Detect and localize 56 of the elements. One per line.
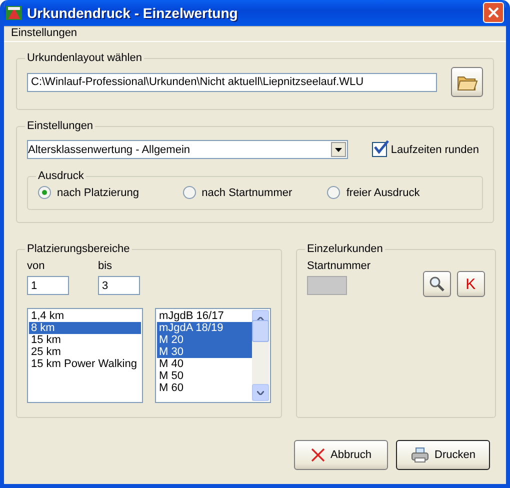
list-item[interactable]: 15 km [29,334,141,346]
list-item[interactable]: M 60 [157,382,252,394]
chevron-up-icon [257,316,264,320]
checkbox-label: Laufzeiten runden [390,144,479,156]
list-item[interactable]: 8 km [29,322,141,334]
app-icon [6,4,22,21]
group-label: Ausdruck [37,170,85,182]
chevron-down-icon [257,390,264,394]
group-label: Urkundenlayout wählen [26,52,143,64]
field-label: Startnummer [307,260,371,272]
radio-option[interactable]: freier Ausdruck [327,186,472,199]
list-item[interactable]: 1,4 km [29,310,141,322]
checkbox[interactable] [372,142,387,157]
scroll-down-button[interactable] [252,384,269,401]
field-label: von [27,260,46,272]
close-icon [488,7,499,18]
list-item[interactable]: mJgdB 16/17 [157,310,252,322]
search-icon [428,276,445,292]
list-item[interactable]: 15 km Power Walking [29,358,141,370]
radio-label: freier Ausdruck [346,186,420,198]
x-icon [310,448,324,462]
scrollbar-thumb[interactable] [252,320,269,342]
search-button[interactable] [422,271,451,297]
to-field[interactable]: 3 [98,276,140,295]
radio-label: nach Platzierung [57,186,139,198]
dropdown-arrow-icon [334,148,342,152]
radio-button[interactable] [38,186,51,199]
group-label: Einzelurkunden [306,243,384,255]
list-item[interactable]: 25 km [29,346,141,358]
list-item[interactable]: M 30 [157,346,252,358]
k-button[interactable]: K [456,271,485,297]
close-button[interactable] [483,2,504,24]
from-field[interactable]: 1 [27,276,69,295]
cancel-button[interactable]: Abbruch [294,440,388,470]
group-label: Einstellungen [26,120,94,132]
window-title: Urkundendruck - Einzelwertung [27,4,239,21]
list-item[interactable]: M 40 [157,358,252,370]
start-number-field[interactable] [307,276,347,295]
printer-icon [410,447,429,463]
radio-option[interactable]: nach Platzierung [38,186,183,199]
path-field[interactable]: C:\Winlauf-Professional\Urkunden\Nicht aktuell\Liepnitzseelauf.WLU [27,72,437,92]
radio-button[interactable] [327,186,340,199]
list-item[interactable]: M 50 [157,370,252,382]
menu-item[interactable]: Einstellungen [9,27,80,40]
class-list[interactable]: mJgdB 16/17 mJgdA 18/19 M 20 M 30 M 40 M 50 M 60 [155,308,271,403]
distance-list[interactable]: 1,4 km 8 km 15 km 25 km 15 km Power Walking [27,308,143,403]
browse-button[interactable] [451,67,483,97]
radio-button[interactable] [182,186,196,199]
radio-option[interactable]: nach Startnummer [182,186,328,199]
group-label: Platzierungsbereiche [26,243,131,255]
mode-dropdown[interactable]: Altersklassenwertung - Allgemein [27,140,348,159]
field-label: bis [98,260,114,272]
list-item[interactable]: M 20 [157,334,252,346]
list-item[interactable]: mJgdA 18/19 [157,322,252,334]
radio-label: nach Startnummer [202,186,292,198]
print-button[interactable]: Drucken [396,440,490,470]
